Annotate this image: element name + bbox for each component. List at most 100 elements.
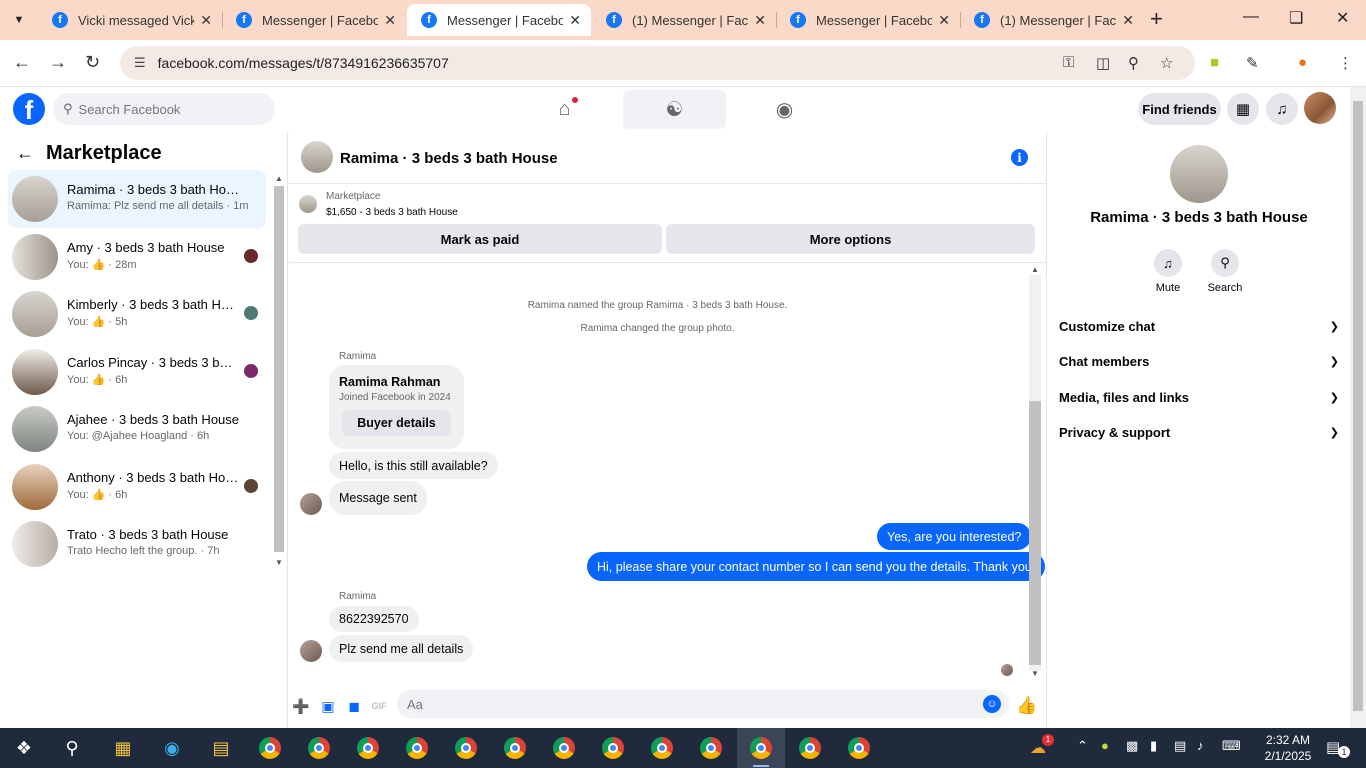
file-explorer-icon[interactable]: ▤ bbox=[207, 734, 235, 762]
minimize-window-button[interactable]: — bbox=[1243, 8, 1259, 26]
chrome-window-icon[interactable] bbox=[599, 734, 627, 762]
volume-icon[interactable]: ♪ bbox=[1197, 738, 1204, 753]
scroll-thumb[interactable] bbox=[1353, 101, 1363, 711]
message-bubble[interactable]: Plz send me all details bbox=[329, 635, 474, 662]
scroll-down-arrow-icon[interactable]: ▼ bbox=[275, 558, 283, 567]
scroll-thumb[interactable] bbox=[1029, 401, 1041, 665]
home-nav-button[interactable]: ⌂ bbox=[513, 90, 616, 129]
windows-start-icon[interactable]: ❖ bbox=[10, 734, 38, 762]
chat-members-section[interactable]: Chat members ❯ bbox=[1059, 349, 1339, 373]
mute-button[interactable]: ♫ Mute bbox=[1145, 249, 1191, 294]
browser-tab-5[interactable]: f Messenger | Facebook ✕ bbox=[776, 4, 960, 36]
chat-item-kimberly[interactable]: Kimberly · 3 beds 3 bath House You: 👍 · … bbox=[8, 285, 266, 343]
chrome-window-icon[interactable] bbox=[550, 734, 578, 762]
close-tab-icon[interactable]: ✕ bbox=[754, 12, 766, 29]
friends-nav-button[interactable]: ☯ bbox=[623, 90, 726, 129]
reload-button[interactable]: ↻ bbox=[85, 52, 100, 73]
chat-list-scrollbar[interactable]: ▲ ▼ bbox=[273, 172, 285, 572]
chrome-window-icon[interactable] bbox=[697, 734, 725, 762]
browser-tab-1[interactable]: f Vicki messaged Vicki ✕ bbox=[38, 4, 222, 36]
install-app-icon[interactable]: ◫ bbox=[1096, 54, 1110, 72]
battery-icon[interactable]: ▮ bbox=[1150, 738, 1157, 754]
browser-tab-6[interactable]: f (1) Messenger | Facebook ✕ bbox=[960, 4, 1144, 36]
notifications-button[interactable]: ♫ bbox=[1266, 93, 1298, 125]
more-options-button[interactable]: More options bbox=[666, 224, 1035, 254]
message-input[interactable] bbox=[407, 696, 967, 712]
search-input[interactable] bbox=[78, 101, 259, 117]
chat-item-carlos[interactable]: Carlos Pincay · 3 beds 3 bath House You:… bbox=[8, 343, 266, 401]
close-tab-icon[interactable]: ✕ bbox=[569, 12, 581, 29]
show-hidden-icons-chevron-icon[interactable]: ⌃ bbox=[1077, 738, 1088, 754]
chrome-window-icon[interactable] bbox=[354, 734, 382, 762]
chat-item-trato[interactable]: Trato · 3 beds 3 bath House Trato Hecho … bbox=[8, 515, 266, 573]
message-input-container[interactable]: ☺ bbox=[397, 690, 1009, 718]
conversation-avatar[interactable] bbox=[301, 141, 333, 173]
bookmark-star-icon[interactable]: ☆ bbox=[1160, 54, 1173, 72]
close-tab-icon[interactable]: ✕ bbox=[384, 12, 396, 29]
app-tray-icon[interactable]: ● bbox=[1101, 738, 1109, 753]
media-files-links-section[interactable]: Media, files and links ❯ bbox=[1059, 385, 1339, 409]
close-tab-icon[interactable]: ✕ bbox=[1122, 12, 1134, 29]
scroll-down-arrow-icon[interactable]: ▼ bbox=[1031, 669, 1039, 678]
account-avatar[interactable] bbox=[1304, 92, 1336, 124]
extension-cube-icon[interactable]: ■ bbox=[1210, 54, 1219, 71]
menu-button[interactable]: ▦ bbox=[1227, 93, 1259, 125]
search-conversation-button[interactable]: ⚲ Search bbox=[1202, 249, 1248, 294]
profile-icon[interactable]: ● bbox=[1298, 54, 1307, 71]
sender-avatar[interactable] bbox=[300, 640, 322, 662]
edge-icon[interactable]: ◉ bbox=[158, 734, 186, 762]
site-info-icon[interactable]: ☰ bbox=[134, 55, 146, 71]
chrome-window-icon[interactable] bbox=[452, 734, 480, 762]
keyboard-icon[interactable]: ⌨ bbox=[1222, 738, 1241, 754]
chrome-window-icon-active[interactable] bbox=[747, 734, 775, 762]
emoji-icon[interactable]: ☺ bbox=[983, 695, 1001, 713]
scroll-up-arrow-icon[interactable]: ▲ bbox=[275, 174, 283, 183]
restore-window-button[interactable]: ❏ bbox=[1289, 8, 1303, 28]
browser-menu-icon[interactable]: ⋮ bbox=[1338, 54, 1353, 72]
message-bubble[interactable]: 8622392570 bbox=[329, 606, 419, 632]
scroll-up-arrow-icon[interactable]: ▲ bbox=[1031, 265, 1039, 274]
privacy-support-section[interactable]: Privacy & support ❯ bbox=[1059, 420, 1339, 444]
my-message-bubble[interactable]: Yes, are you interested? bbox=[877, 523, 1032, 550]
chrome-window-icon[interactable] bbox=[305, 734, 333, 762]
chrome-window-icon[interactable] bbox=[403, 734, 431, 762]
my-message-bubble[interactable]: Hi, please share your contact number so … bbox=[587, 552, 1046, 581]
close-window-button[interactable]: ✕ bbox=[1336, 8, 1349, 28]
message-bubble[interactable]: Hello, is this still available? bbox=[329, 452, 498, 479]
system-clock[interactable]: 2:32 AM 2/1/2025 bbox=[1258, 732, 1318, 764]
listing-title[interactable]: $1,650 - 3 beds 3 bath House bbox=[326, 207, 458, 218]
password-key-icon[interactable]: ⚿ bbox=[1063, 54, 1074, 71]
forward-button[interactable]: → bbox=[49, 52, 67, 73]
chat-item-ajahee[interactable]: Ajahee · 3 beds 3 bath House You: @Ajahe… bbox=[8, 400, 266, 458]
store-icon[interactable]: ▦ bbox=[109, 734, 137, 762]
groups-nav-button[interactable]: ◉ bbox=[733, 90, 836, 129]
sender-avatar[interactable] bbox=[300, 493, 322, 515]
message-bubble[interactable]: Message sent bbox=[329, 481, 427, 515]
search-icon[interactable]: ⚲ bbox=[58, 734, 86, 762]
chat-item-anthony[interactable]: Anthony · 3 beds 3 bath House You: 👍 · 6… bbox=[8, 458, 266, 516]
extensions-puzzle-icon[interactable]: ✎ bbox=[1246, 54, 1259, 72]
customize-chat-section[interactable]: Customize chat ❯ bbox=[1059, 314, 1339, 338]
find-friends-button[interactable]: Find friends bbox=[1138, 93, 1221, 125]
chat-item-amy[interactable]: Amy · 3 beds 3 bath House You: 👍 · 28m bbox=[8, 228, 266, 286]
info-icon[interactable]: i bbox=[1011, 149, 1028, 166]
close-tab-icon[interactable]: ✕ bbox=[938, 12, 950, 29]
zoom-icon[interactable]: ⚲ bbox=[1128, 54, 1139, 72]
camera-icon[interactable]: ▩ bbox=[1126, 738, 1138, 754]
conversation-title[interactable]: Ramima · 3 beds 3 bath House bbox=[340, 150, 558, 167]
back-arrow-icon[interactable]: ← bbox=[16, 143, 34, 164]
chrome-window-icon[interactable] bbox=[501, 734, 529, 762]
chrome-window-icon[interactable] bbox=[796, 734, 824, 762]
chrome-window-icon[interactable] bbox=[256, 734, 284, 762]
sticker-icon[interactable]: ◼ bbox=[345, 697, 363, 715]
thumbs-up-icon[interactable]: 👍 bbox=[1016, 696, 1037, 715]
chrome-window-icon[interactable] bbox=[845, 734, 873, 762]
new-tab-button[interactable]: + bbox=[1150, 8, 1163, 30]
gif-icon[interactable]: GIF bbox=[370, 697, 388, 715]
tab-search-button[interactable]: ▼ bbox=[6, 8, 32, 32]
network-icon[interactable]: ▤ bbox=[1174, 738, 1186, 754]
photo-icon[interactable]: ▣ bbox=[319, 697, 337, 715]
conversation-scrollbar[interactable]: ▲ ▼ bbox=[1028, 263, 1042, 681]
browser-tab-3-active[interactable]: f Messenger | Facebook ✕ bbox=[407, 4, 591, 36]
address-bar[interactable]: ☰ facebook.com/messages/t/87349162366357… bbox=[120, 46, 1195, 80]
